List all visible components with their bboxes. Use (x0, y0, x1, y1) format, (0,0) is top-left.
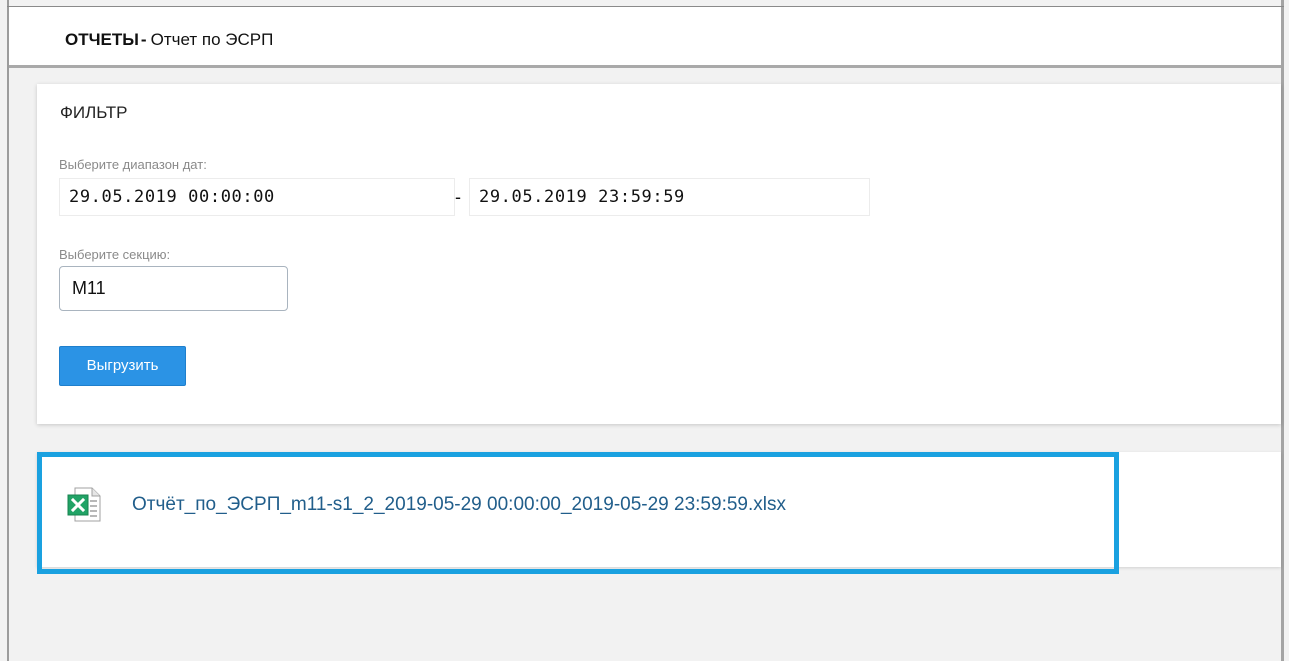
filter-panel: ФИЛЬТР Выберите диапазон дат: 29.05.2019… (37, 84, 1281, 424)
page-header: ОТЧЕТЫ - Отчет по ЭСРП (9, 7, 1281, 68)
export-button[interactable]: Выгрузить (59, 346, 186, 386)
breadcrumb-separator: - (140, 30, 147, 49)
date-to-input[interactable]: 29.05.2019 23:59:59 (469, 178, 870, 216)
date-range-separator: - (455, 187, 461, 207)
page-title: ОТЧЕТЫ - Отчет по ЭСРП (65, 30, 273, 50)
excel-file-icon (66, 486, 103, 523)
window-left-border (7, 0, 9, 661)
file-download-link[interactable]: Отчёт_по_ЭСРП_m11-s1_2_2019-05-29 00:00:… (66, 486, 786, 523)
filter-title: ФИЛЬТР (60, 103, 128, 122)
breadcrumb-section: ОТЧЕТЫ (65, 30, 139, 49)
file-name-link[interactable]: Отчёт_по_ЭСРП_m11-s1_2_2019-05-29 00:00:… (132, 494, 786, 516)
breadcrumb-page: Отчет по ЭСРП (150, 30, 274, 49)
section-label: Выберите секцию: (59, 247, 171, 262)
date-from-input[interactable]: 29.05.2019 00:00:00 (59, 178, 455, 216)
window-right-border (1281, 0, 1284, 661)
date-range-label: Выберите диапазон дат: (59, 157, 207, 172)
section-select[interactable]: M11 (59, 266, 288, 311)
